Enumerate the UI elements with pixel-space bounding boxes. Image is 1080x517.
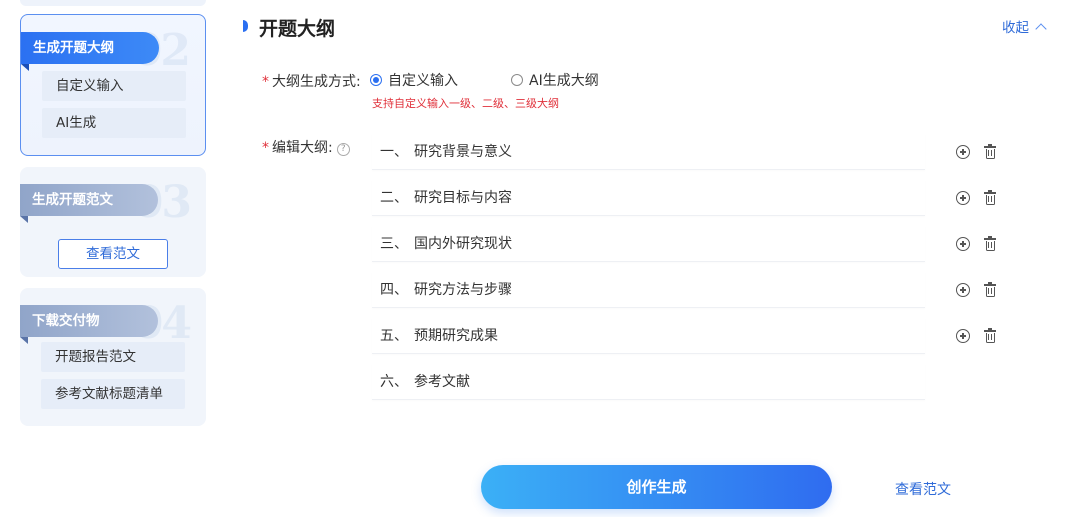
radio-ai-generate[interactable]: AI生成大纲 [511,70,599,90]
outline-number: 六、 [380,374,408,390]
required-mark: * [262,74,269,90]
view-sample-link[interactable]: 查看范文 [895,479,951,499]
collapse-toggle[interactable]: 收起 [1002,16,1047,36]
row-actions [956,190,996,205]
add-circle-icon[interactable] [956,191,970,205]
collapse-label: 收起 [1002,20,1029,36]
create-generate-button[interactable]: 创作生成 [481,465,832,509]
add-circle-icon[interactable] [956,283,970,297]
step-card-outline: 02 生成开题大纲 自定义输入 AI生成 [20,14,206,156]
required-mark: * [262,140,269,156]
trash-icon[interactable] [984,236,996,251]
row-actions [956,236,996,251]
trash-icon[interactable] [984,190,996,205]
trash-icon[interactable] [984,328,996,343]
outline-row[interactable]: 四、 研究方法与步骤 [372,272,925,308]
step-title-download[interactable]: 下载交付物 [20,305,158,344]
sidebar-item-report-sample[interactable]: 开题报告范文 [41,342,185,372]
help-icon[interactable]: ? [336,143,350,156]
mode-label-text: 大纲生成方式: [272,74,361,90]
radio-label: 自定义输入 [388,73,458,89]
add-circle-icon[interactable] [956,329,970,343]
section-marker [243,20,248,32]
outline-row[interactable]: 三、 国内外研究现状 [372,226,925,262]
row-actions [956,282,996,297]
outline-text: 研究背景与意义 [414,144,512,160]
step-title-outline[interactable]: 生成开题大纲 [21,32,159,71]
sidebar-item-reference-list[interactable]: 参考文献标题清单 [41,379,185,409]
outline-number: 二、 [380,190,408,206]
outline-text: 研究目标与内容 [414,190,512,206]
outline-number: 四、 [380,282,408,298]
previous-card-stub [20,0,206,6]
view-sample-button[interactable]: 查看范文 [58,239,168,269]
step-title-sample[interactable]: 生成开题范文 [20,184,158,223]
row-actions [956,328,996,343]
outline-row[interactable]: 二、 研究目标与内容 [372,180,925,216]
outline-text: 参考文献 [414,374,470,390]
outline-number: 一、 [380,144,408,160]
step-card-sample: 03 生成开题范文 查看范文 [20,167,206,277]
radio-selected-icon [370,74,382,86]
outline-label-text: 编辑大纲: [272,140,333,156]
row-actions [956,144,996,159]
add-circle-icon[interactable] [956,145,970,159]
radio-custom-input[interactable]: 自定义输入 [370,70,458,90]
outline-row[interactable]: 六、 参考文献 [372,364,925,400]
add-circle-icon[interactable] [956,237,970,251]
step-card-download: 04 下载交付物 开题报告范文 参考文献标题清单 [20,288,206,426]
outline-number: 五、 [380,328,408,344]
radio-unselected-icon [511,74,523,86]
outline-row[interactable]: 五、 预期研究成果 [372,318,925,354]
trash-icon[interactable] [984,144,996,159]
outline-field-label: * 编辑大纲:? [262,137,350,157]
outline-number: 三、 [380,236,408,252]
outline-row[interactable]: 一、 研究背景与意义 [372,134,925,170]
outline-text: 研究方法与步骤 [414,282,512,298]
outline-text: 预期研究成果 [414,328,498,344]
outline-text: 国内外研究现状 [414,236,512,252]
sidebar-item-ai-generate[interactable]: AI生成 [42,108,186,138]
mode-field-label: * 大纲生成方式: [262,71,361,91]
page-title: 开题大纲 [259,18,336,40]
chevron-up-icon [1035,22,1047,35]
mode-hint: 支持自定义输入一级、二级、三级大纲 [372,97,559,110]
sidebar-item-custom-input[interactable]: 自定义输入 [42,71,186,101]
trash-icon[interactable] [984,282,996,297]
radio-label: AI生成大纲 [529,73,599,89]
